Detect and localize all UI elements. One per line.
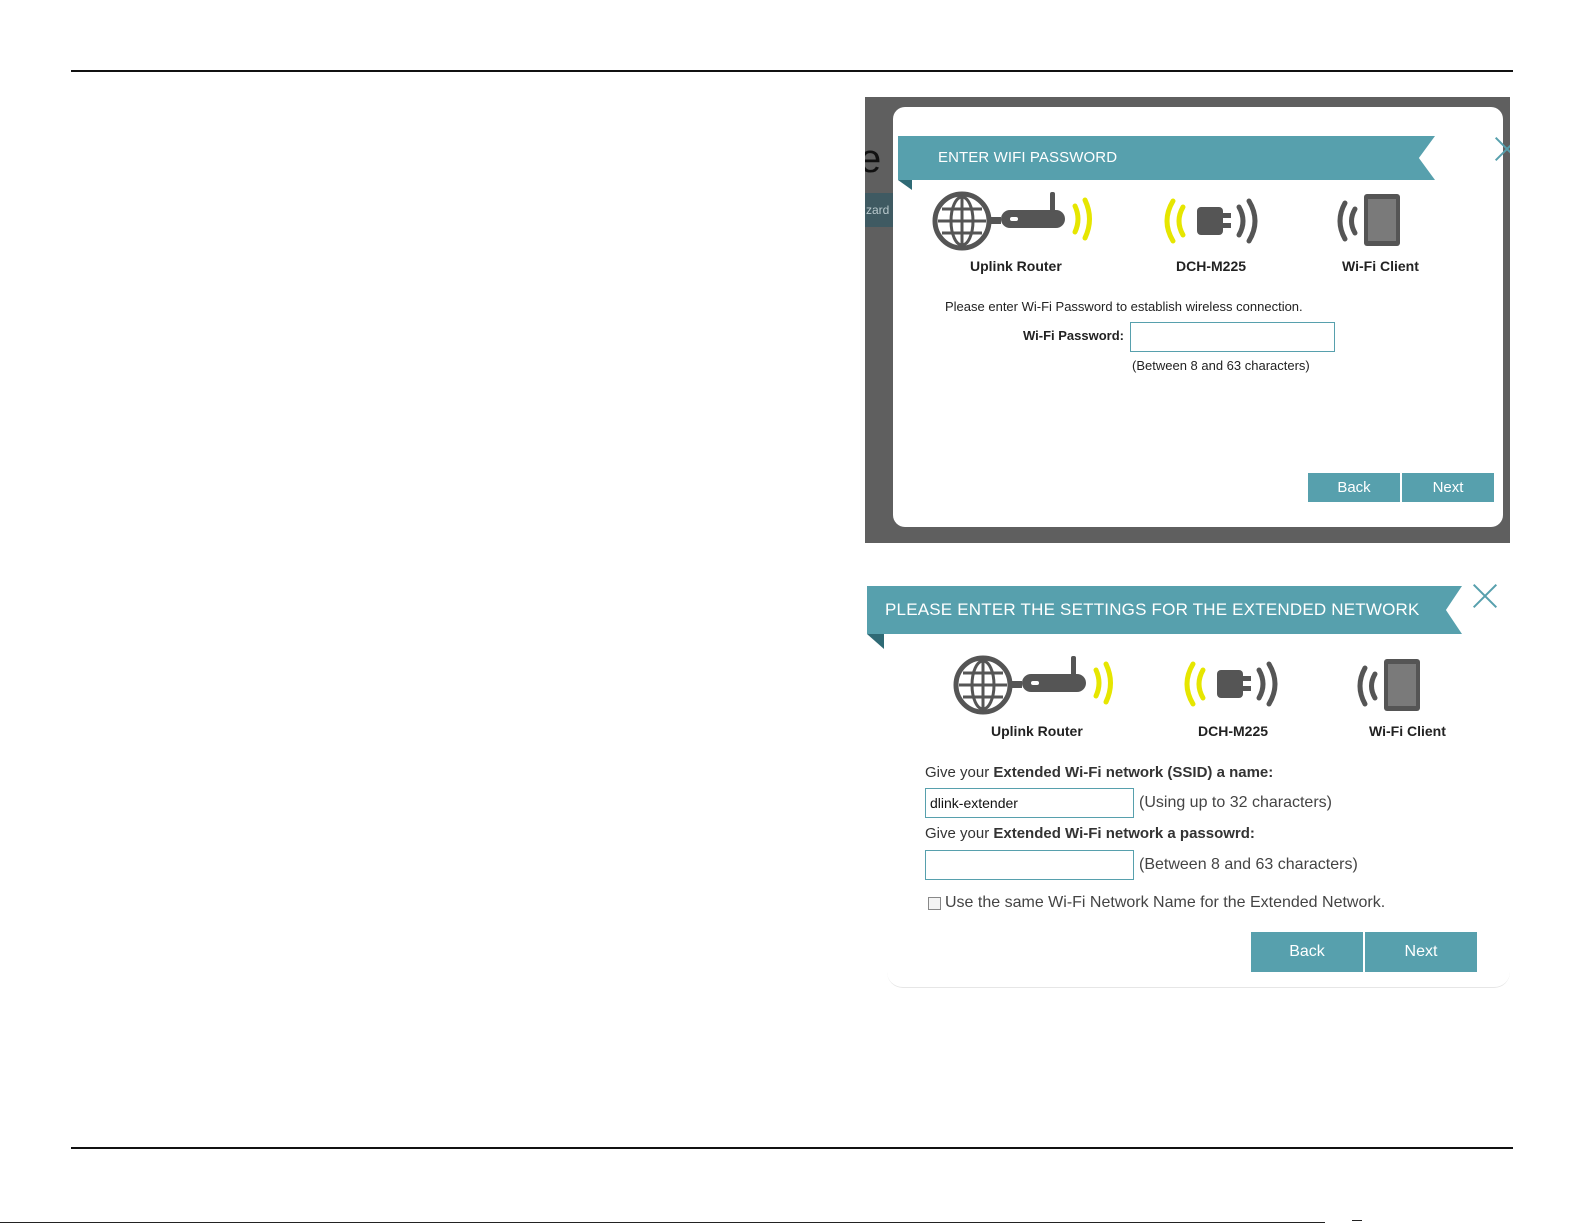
- footer-line: [0, 1222, 1325, 1223]
- wifi-password-screenshot: e zard ENTER WIFI PASSWORD Uplink Router: [865, 97, 1510, 543]
- ssid-prompt: Give your Extended Wi-Fi network (SSID) …: [925, 764, 1274, 781]
- next-button[interactable]: Next: [1365, 932, 1477, 972]
- device-label-extender: DCH-M225: [1198, 723, 1269, 739]
- tablet-icon: [1357, 659, 1420, 711]
- back-button[interactable]: Back: [1251, 932, 1363, 972]
- dialog-title: PLEASE ENTER THE SETTINGS FOR THE EXTEND…: [885, 600, 1420, 619]
- device-label-client: Wi-Fi Client: [1342, 258, 1419, 274]
- next-button[interactable]: Next: [1402, 473, 1494, 502]
- extended-network-screenshot: PLEASE ENTER THE SETTINGS FOR THE EXTEND…: [867, 586, 1512, 994]
- password-prompt: Give your Extended Wi-Fi network a passo…: [925, 825, 1255, 842]
- dialog-title: ENTER WIFI PASSWORD: [938, 149, 1118, 166]
- device-label-router: Uplink Router: [970, 258, 1062, 274]
- same-name-label: Use the same Wi-Fi Network Name for the …: [945, 894, 1386, 911]
- extender-plug-icon: [1164, 198, 1258, 244]
- device-label-router: Uplink Router: [991, 723, 1083, 739]
- extended-password-input[interactable]: [925, 850, 1134, 880]
- tablet-icon: [1337, 194, 1400, 246]
- device-label-extender: DCH-M225: [1176, 258, 1247, 274]
- top-rule: [71, 70, 1513, 72]
- ribbon-fold: [867, 634, 884, 649]
- extender-plug-icon: [1184, 661, 1278, 707]
- wifi-password-hint: (Between 8 and 63 characters): [1132, 358, 1310, 373]
- ssid-input[interactable]: [925, 788, 1134, 818]
- bottom-rule: [71, 1147, 1513, 1149]
- device-label-client: Wi-Fi Client: [1369, 723, 1446, 739]
- dialog-title-ribbon: ENTER WIFI PASSWORD: [898, 136, 1435, 180]
- background-page-fragment: e: [865, 137, 882, 181]
- ribbon-fold: [898, 180, 912, 190]
- globe-router-icon: [932, 191, 1092, 251]
- footer-mark: [1352, 1220, 1362, 1221]
- ssid-hint: (Using up to 32 characters): [1139, 794, 1332, 811]
- wifi-password-label: Wi-Fi Password:: [1023, 328, 1125, 343]
- password-hint: (Between 8 and 63 characters): [1139, 856, 1358, 873]
- wifi-password-dialog: ENTER WIFI PASSWORD Uplink Router DCH-M2…: [893, 107, 1503, 527]
- close-icon[interactable]: [1493, 135, 1510, 163]
- same-name-checkbox[interactable]: [928, 897, 941, 910]
- dialog-title-ribbon: PLEASE ENTER THE SETTINGS FOR THE EXTEND…: [867, 586, 1462, 634]
- instruction-text: Please enter Wi-Fi Password to establish…: [945, 299, 1303, 314]
- close-icon[interactable]: [1471, 582, 1499, 610]
- wifi-password-input[interactable]: [1130, 322, 1335, 352]
- globe-router-icon: [953, 655, 1113, 715]
- background-tab-fragment: zard: [865, 193, 895, 227]
- back-button[interactable]: Back: [1308, 473, 1400, 502]
